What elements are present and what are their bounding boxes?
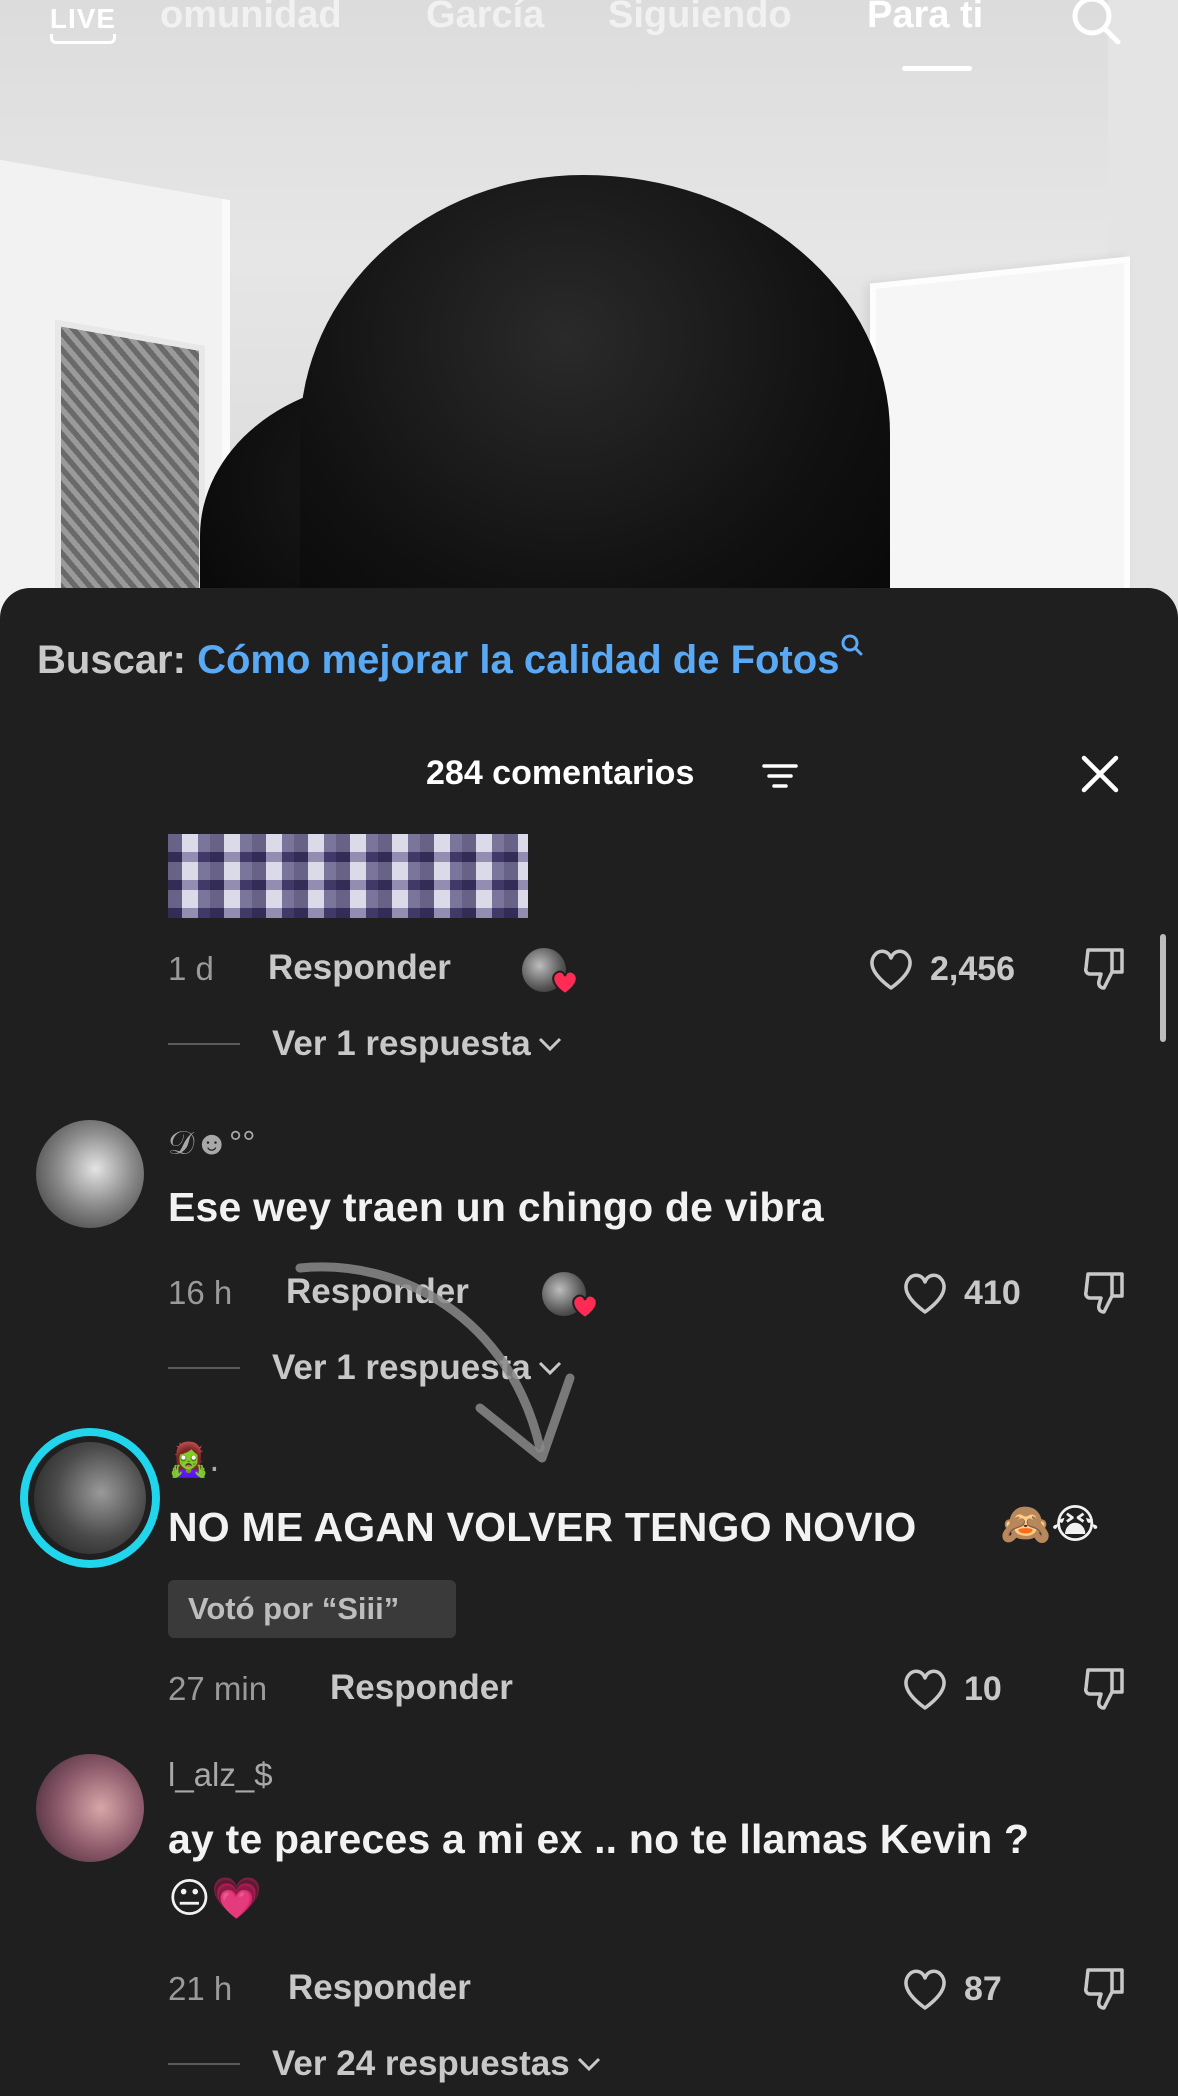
comment-text: Ese wey traen un chingo de vibra	[168, 1184, 824, 1230]
poll-vote-badge: Votó por “Siii”	[168, 1580, 456, 1638]
comment-text: ay te pareces a mi ex .. no te llamas Ke…	[168, 1816, 1030, 1862]
reply-button[interactable]: Responder	[330, 1668, 513, 1708]
like-count: 87	[964, 1970, 1002, 2008]
background-wall	[0, 159, 230, 640]
chevron-down-icon	[538, 1037, 561, 1052]
tv-icon	[50, 34, 116, 44]
live-label: LIVE	[49, 3, 117, 34]
comment-emojis: 😐💗	[168, 1874, 263, 1922]
creator-liked-heart-icon	[572, 1294, 598, 1320]
view-replies-label: Ver 24 respuestas	[272, 2044, 570, 2083]
person-cap	[300, 175, 890, 640]
comment-time: 16 h	[168, 1274, 233, 1311]
story-ring-gap	[28, 1436, 152, 1560]
comment-emojis: 🙈😭	[1000, 1500, 1100, 1548]
like-count: 410	[964, 1274, 1021, 1312]
dislike-icon[interactable]	[1082, 1664, 1128, 1712]
view-replies[interactable]: Ver 1 respuesta	[168, 1024, 563, 1064]
view-replies-label: Ver 1 respuesta	[272, 1348, 531, 1387]
top-navigation: LIVE omunidad García Siguiendo Para ti	[0, 0, 1178, 80]
tab-garcia[interactable]: García	[426, 0, 544, 37]
active-tab-indicator	[902, 66, 972, 71]
chevron-down-icon	[577, 2057, 600, 2072]
reply-button[interactable]: Responder	[286, 1272, 469, 1312]
divider-line	[168, 1367, 240, 1369]
tab-para-ti[interactable]: Para ti	[867, 0, 983, 37]
live-button[interactable]: LIVE	[46, 2, 120, 48]
user-avatar	[34, 1442, 146, 1554]
dislike-icon[interactable]	[1082, 1268, 1128, 1316]
user-avatar[interactable]	[36, 1120, 144, 1228]
divider-line	[168, 2063, 240, 2065]
comments-sheet: Buscar: Cómo mejorar la calidad de Fotos…	[0, 588, 1178, 2096]
divider-line	[168, 1043, 240, 1045]
like-count: 10	[964, 1670, 1002, 1708]
view-replies-label: Ver 1 respuesta	[272, 1024, 531, 1063]
view-replies[interactable]: Ver 24 respuestas	[168, 2044, 602, 2084]
sort-icon[interactable]	[762, 762, 798, 790]
reply-button[interactable]: Responder	[288, 1968, 471, 2008]
background-door	[870, 256, 1130, 640]
username[interactable]: 🧟‍♀️.	[168, 1440, 220, 1480]
like-heart-icon[interactable]	[900, 1966, 950, 2012]
tab-comunidad[interactable]: omunidad	[160, 0, 342, 37]
like-count: 2,456	[930, 950, 1016, 988]
username[interactable]: l_alz_$	[168, 1756, 273, 1794]
search-suggestion-label: Buscar:	[37, 638, 186, 682]
username[interactable]: 𝒟☻°°	[168, 1124, 255, 1163]
search-icon[interactable]	[1062, 0, 1132, 50]
scrollbar[interactable]	[1160, 934, 1166, 1042]
creator-liked-heart-icon	[552, 970, 578, 996]
chevron-down-icon	[538, 1361, 561, 1376]
dislike-icon[interactable]	[1082, 1964, 1128, 2012]
comment-time: 1 d	[168, 950, 214, 987]
comment-time: 21 h	[168, 1970, 233, 2007]
close-icon[interactable]	[1078, 752, 1122, 796]
search-suggestion-query[interactable]: Cómo mejorar la calidad de Fotos	[197, 638, 839, 682]
comment-text: NO ME AGAN VOLVER TENGO NOVIO	[168, 1504, 917, 1550]
video-frame[interactable]	[0, 0, 1178, 640]
search-small-icon	[841, 634, 863, 656]
comments-header: 284 comentarios	[0, 750, 1178, 806]
story-ring[interactable]	[20, 1428, 160, 1568]
reply-button[interactable]: Responder	[268, 948, 451, 988]
comment-photo[interactable]	[168, 834, 528, 918]
user-avatar[interactable]	[36, 1754, 144, 1862]
view-replies[interactable]: Ver 1 respuesta	[168, 1348, 563, 1388]
comment-count: 284 comentarios	[426, 754, 695, 792]
tab-siguiendo[interactable]: Siguiendo	[608, 0, 792, 37]
dislike-icon[interactable]	[1082, 944, 1128, 992]
like-heart-icon[interactable]	[900, 1270, 950, 1316]
like-heart-icon[interactable]	[900, 1666, 950, 1712]
comment-time: 27 min	[168, 1670, 268, 1707]
like-heart-icon[interactable]	[866, 946, 916, 992]
search-suggestion[interactable]: Buscar: Cómo mejorar la calidad de Fotos	[37, 634, 863, 683]
